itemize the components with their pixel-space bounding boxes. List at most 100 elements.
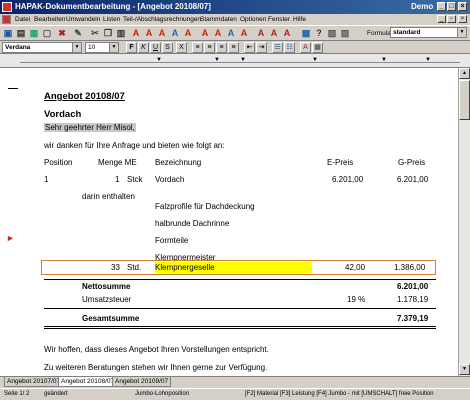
settings-icon[interactable]: ▧ <box>326 27 338 39</box>
preview-icon[interactable]: ▢ <box>41 27 53 39</box>
grand-total-underline <box>44 326 436 327</box>
justify-button[interactable]: ≡ <box>228 42 239 53</box>
tab-stop-marker[interactable]: ▼ <box>156 57 162 63</box>
included-label: darin enthalten <box>82 192 135 201</box>
position-text-icon[interactable]: A <box>182 27 194 39</box>
main-toolbar: ▣ ▤ ▦ ▢ ✖ ✎ ✂ ❐ ▥ A A A A A A A A A A A … <box>0 25 470 41</box>
font-size-select[interactable]: 10 ▼ <box>85 42 119 53</box>
doc-minimize-button[interactable]: _ <box>437 15 446 23</box>
tab-angebot-20107[interactable]: Angebot 20107/07 <box>4 377 64 387</box>
net-value: 6.201,00 <box>397 282 429 291</box>
chevron-down-icon[interactable]: ▼ <box>72 43 81 52</box>
status-mode: Jumbo-Lohnposition <box>135 391 190 397</box>
document-icon[interactable] <box>2 15 11 24</box>
grand-total-separator <box>44 308 436 309</box>
doc-close-button[interactable]: × <box>458 15 467 23</box>
document-heading: Angebot 20108/07 <box>44 91 125 102</box>
help-icon[interactable]: ? <box>313 27 325 39</box>
position-free-icon[interactable]: A <box>169 27 181 39</box>
position-red-icon[interactable]: A <box>255 27 267 39</box>
intro-text: wir danken für Ihre Anfrage und bieten w… <box>44 141 225 150</box>
tab-angebot-20109[interactable]: Angebot 20109/07 <box>112 377 172 387</box>
line1-description: Vordach <box>155 175 185 184</box>
scroll-thumb[interactable] <box>459 80 470 120</box>
save-icon[interactable]: ▣ <box>2 27 14 39</box>
bold-button[interactable]: F <box>126 42 137 53</box>
document-editor[interactable]: Angebot 20108/07 Vordach Sehr geehrter H… <box>0 68 458 376</box>
component-item: halbrunde Dachrinne <box>155 219 230 228</box>
position-service-icon[interactable]: A <box>143 27 155 39</box>
position-red3-icon[interactable]: A <box>281 27 293 39</box>
selected-unit-price: 42,00 <box>345 263 366 272</box>
tab-stop-marker[interactable]: ▼ <box>381 57 387 63</box>
document-subject: Vordach <box>44 109 82 120</box>
paste-icon[interactable]: ▥ <box>115 27 127 39</box>
print-icon[interactable]: ▤ <box>15 27 27 39</box>
italic-button[interactable]: K <box>138 42 149 53</box>
window-title: HAPAK-Dokumentbearbeitung - [Angebot 201… <box>15 2 211 11</box>
formular-select[interactable]: standard ▼ <box>390 27 467 38</box>
scroll-up-icon[interactable]: ▲ <box>459 68 470 79</box>
tab-angebot-20108[interactable]: Angebot 20108/07 <box>58 377 118 387</box>
app-icon[interactable] <box>2 2 12 12</box>
chevron-down-icon[interactable]: ▼ <box>457 28 466 37</box>
strike-button[interactable]: S <box>162 42 173 53</box>
position-jumbo-icon[interactable]: A <box>156 27 168 39</box>
tab-stop-marker[interactable]: ▼ <box>312 57 318 63</box>
font-select[interactable]: Verdana ▼ <box>2 42 82 53</box>
position-option-icon[interactable]: A <box>238 27 250 39</box>
edit-icon[interactable]: ✎ <box>72 27 84 39</box>
minimize-button[interactable]: _ <box>437 2 446 11</box>
superscript-button[interactable]: X <box>176 42 187 53</box>
position-red2-icon[interactable]: A <box>268 27 280 39</box>
tab-stop-marker[interactable]: ▼ <box>240 57 246 63</box>
position-alt-icon[interactable]: A <box>225 27 237 39</box>
menu-fenster[interactable]: Fenster <box>268 16 290 23</box>
menu-datei[interactable]: Datei <box>15 16 30 23</box>
vertical-scrollbar[interactable]: ▲ ▼ <box>458 68 470 376</box>
indent-button[interactable]: ⇥ <box>256 42 267 53</box>
net-label: Nettosumme <box>82 282 131 291</box>
line1-total-price: 6.201,00 <box>397 175 429 184</box>
tab-stop-marker[interactable]: ▼ <box>214 57 220 63</box>
menu-hilfe[interactable]: Hilfe <box>293 16 306 23</box>
copy-icon[interactable]: ❐ <box>102 27 114 39</box>
scroll-down-icon[interactable]: ▼ <box>459 364 470 375</box>
align-right-button[interactable]: ≡ <box>216 42 227 53</box>
position-material-icon[interactable]: A <box>130 27 142 39</box>
status-bar: Seite 1/ 2 geändert Jumbo-Lohnposition [… <box>0 388 470 400</box>
tab-stop-marker[interactable]: ▼ <box>425 57 431 63</box>
text-color-icon[interactable]: A <box>300 42 311 53</box>
align-left-button[interactable]: ≡ <box>192 42 203 53</box>
menu-teil-abschlagsrechnungen[interactable]: Teil-/Abschlagsrechnungen <box>123 16 201 23</box>
calc-icon[interactable]: ▩ <box>300 27 312 39</box>
position-title-icon[interactable]: A <box>199 27 211 39</box>
menu-listen[interactable]: Listen <box>103 16 120 23</box>
page-margin-mark <box>8 88 18 89</box>
bullet-list-icon[interactable]: ☰ <box>272 42 283 53</box>
copy-doc-icon[interactable]: ▦ <box>28 27 40 39</box>
chevron-down-icon[interactable]: ▼ <box>109 43 118 52</box>
outdent-button[interactable]: ⇤ <box>244 42 255 53</box>
underline-button[interactable]: U <box>150 42 161 53</box>
menu-umwandeln[interactable]: Umwandeln <box>66 16 100 23</box>
position-subtotal-icon[interactable]: A <box>212 27 224 39</box>
formular-value: standard <box>393 29 421 36</box>
doc-restore-button[interactable]: ▫ <box>447 15 456 23</box>
col-description: Bezeichnung <box>155 158 202 167</box>
status-hints: [F2] Material [F3] Leistung [F4] Jumbo -… <box>245 391 434 397</box>
menu-optionen[interactable]: Optionen <box>240 16 266 23</box>
table-icon[interactable]: ▦ <box>312 42 323 53</box>
delete-icon[interactable]: ✖ <box>56 27 68 39</box>
selected-total-price: 1.386,00 <box>394 263 426 272</box>
align-center-button[interactable]: ≡ <box>204 42 215 53</box>
menu-bearbeiten[interactable]: Bearbeiten <box>34 16 65 23</box>
numbered-list-icon[interactable]: ☷ <box>284 42 295 53</box>
maximize-button[interactable]: □ <box>447 2 456 11</box>
cut-icon[interactable]: ✂ <box>89 27 101 39</box>
list-icon[interactable]: ▨ <box>339 27 351 39</box>
vat-label: Umsatzsteuer <box>82 295 132 304</box>
close-button[interactable]: × <box>458 2 467 11</box>
font-value: Verdana <box>5 44 31 51</box>
menu-stammdaten[interactable]: Stammdaten <box>200 16 237 23</box>
